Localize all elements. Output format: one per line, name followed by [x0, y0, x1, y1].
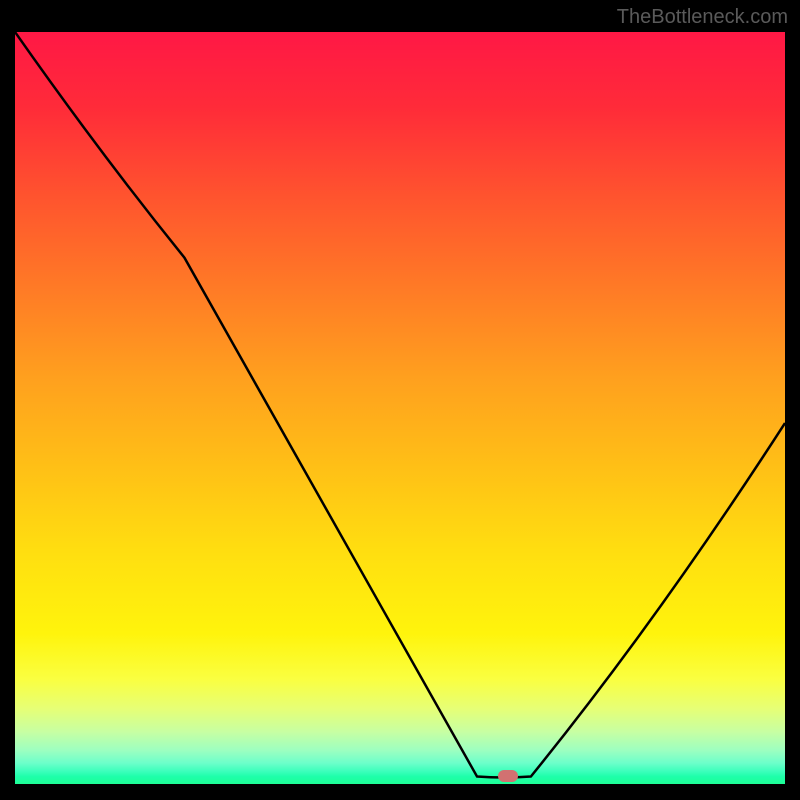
optimal-point-marker — [498, 770, 518, 782]
chart-container: TheBottleneck.com — [0, 0, 800, 800]
bottleneck-curve — [15, 32, 785, 784]
plot-gradient-area — [15, 32, 785, 784]
watermark-text: TheBottleneck.com — [617, 6, 788, 29]
